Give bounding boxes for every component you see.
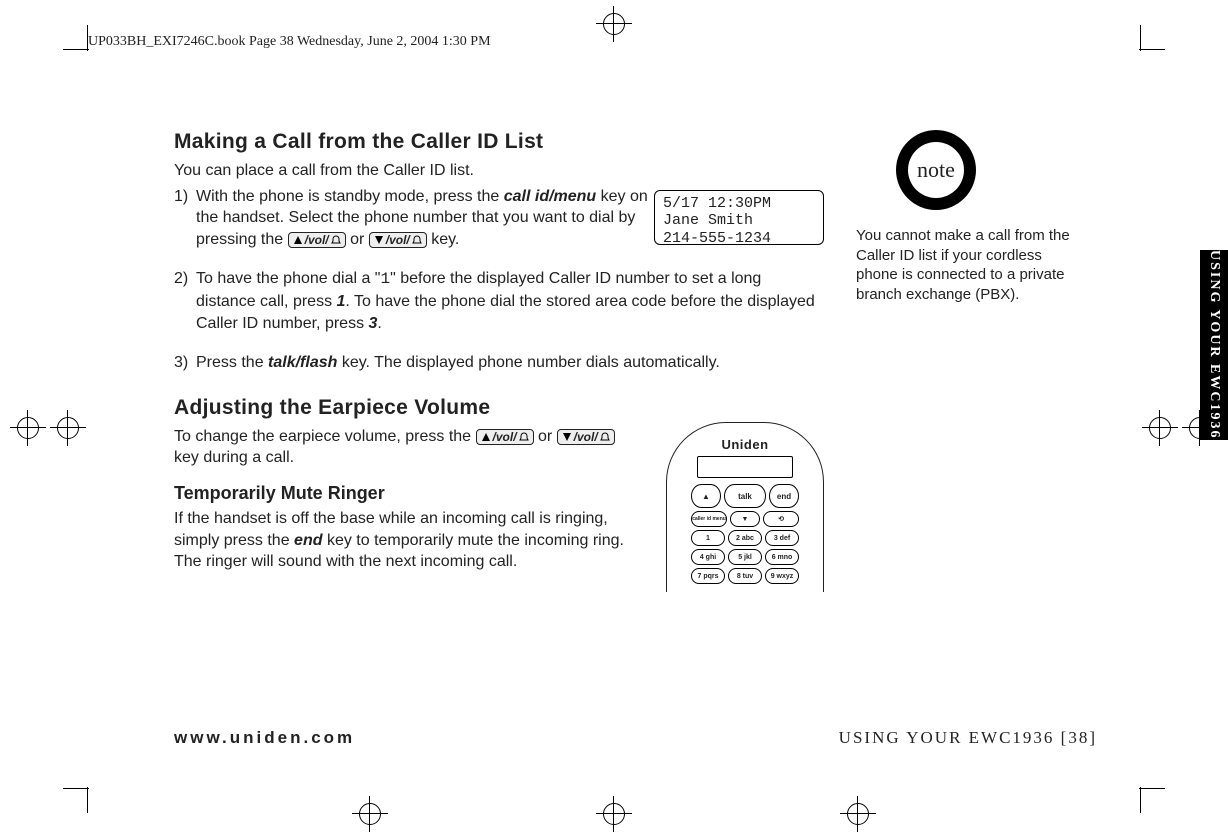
handset-brand: Uniden: [689, 437, 801, 452]
note-text: You cannot make a call from the Caller I…: [856, 226, 1076, 304]
lcd-line-3: 214-555-1234: [663, 230, 815, 247]
handset-key-8: 8 tuv: [728, 568, 762, 584]
key-talk-flash: talk/flash: [268, 354, 337, 371]
handset-illustration: Uniden ▲ talk end caller id menu ▼ ⟲ 1 2…: [666, 422, 824, 592]
sec2-text-b: key during a call.: [174, 449, 294, 466]
step-1-text-a: With the phone is standby mode, press th…: [196, 188, 504, 205]
heading-adjust-volume: Adjusting the Earpiece Volume: [174, 396, 824, 420]
vol-down-icon: /vol/: [369, 232, 427, 248]
intro-text: You can place a call from the Caller ID …: [174, 160, 824, 182]
side-tab-label: USING YOUR EWC1936: [1206, 250, 1222, 440]
registration-target: [10, 410, 46, 446]
vol-up-icon: /vol/: [288, 232, 346, 248]
registration-target: [596, 796, 632, 832]
step-2-text-a: To have the phone dial a ": [196, 270, 380, 287]
vol-down-icon: /vol/: [557, 429, 615, 445]
handset-key-2: 2 abc: [728, 530, 762, 546]
handset-redial-button: ⟲: [763, 511, 799, 527]
sec2-or: or: [538, 428, 557, 445]
handset-key-9: 9 wxyz: [765, 568, 799, 584]
handset-key-5: 5 jkl: [728, 549, 762, 565]
step-2-text-d: .: [377, 315, 381, 332]
handset-screen: [697, 456, 793, 478]
step-1-number: 1): [174, 186, 196, 251]
handset-vol-down: ▼: [730, 511, 760, 527]
handset-key-7: 7 pqrs: [691, 568, 725, 584]
sec2-text-a: To change the earpiece volume, press the: [174, 428, 476, 445]
registration-target: [596, 6, 632, 42]
key-end: end: [294, 532, 322, 549]
literal-1: 1: [380, 270, 390, 288]
main-content: Making a Call from the Caller ID List Yo…: [174, 130, 824, 573]
handset-key-4: 4 ghi: [691, 549, 725, 565]
note-sidebar: note You cannot make a call from the Cal…: [856, 130, 1076, 304]
step-1-or: or: [350, 231, 369, 248]
step-2-number: 2): [174, 268, 196, 334]
page-body: Making a Call from the Caller ID List Yo…: [96, 70, 1132, 768]
handset-key-6: 6 mno: [765, 549, 799, 565]
registration-target: [352, 796, 388, 832]
registration-target: [1142, 410, 1178, 446]
vol-up-icon: /vol/: [476, 429, 534, 445]
handset-end-button: end: [769, 484, 799, 508]
handset-vol-up: ▲: [691, 484, 721, 508]
print-header: UP033BH_EXI7246C.book Page 38 Wednesday,…: [88, 34, 491, 50]
handset-key-3: 3 def: [765, 530, 799, 546]
note-badge: note: [896, 130, 976, 210]
handset-talk-button: talk: [724, 484, 766, 508]
lcd-line-2: Jane Smith: [663, 212, 815, 229]
key-callid-menu: call id/menu: [504, 188, 596, 205]
registration-target: [50, 410, 86, 446]
step-3-text-a: Press the: [196, 354, 268, 371]
section-side-tab: USING YOUR EWC1936: [1200, 250, 1228, 440]
step-3-text-b: key. The displayed phone number dials au…: [337, 354, 719, 371]
footer-page-label: USING YOUR EWC1936 [38]: [839, 728, 1097, 748]
heading-making-call: Making a Call from the Caller ID List: [174, 130, 824, 154]
footer-url: www.uniden.com: [174, 728, 355, 748]
step-1-text-c: key.: [431, 231, 459, 248]
step-3-number: 3): [174, 352, 196, 374]
lcd-line-1: 5/17 12:30PM: [663, 195, 815, 212]
handset-key-1: 1: [691, 530, 725, 546]
note-badge-label: note: [908, 142, 964, 198]
caller-id-display: 5/17 12:30PM Jane Smith 214-555-1234: [654, 190, 824, 245]
registration-target: [840, 796, 876, 832]
handset-callerid-button: caller id menu: [691, 511, 727, 527]
